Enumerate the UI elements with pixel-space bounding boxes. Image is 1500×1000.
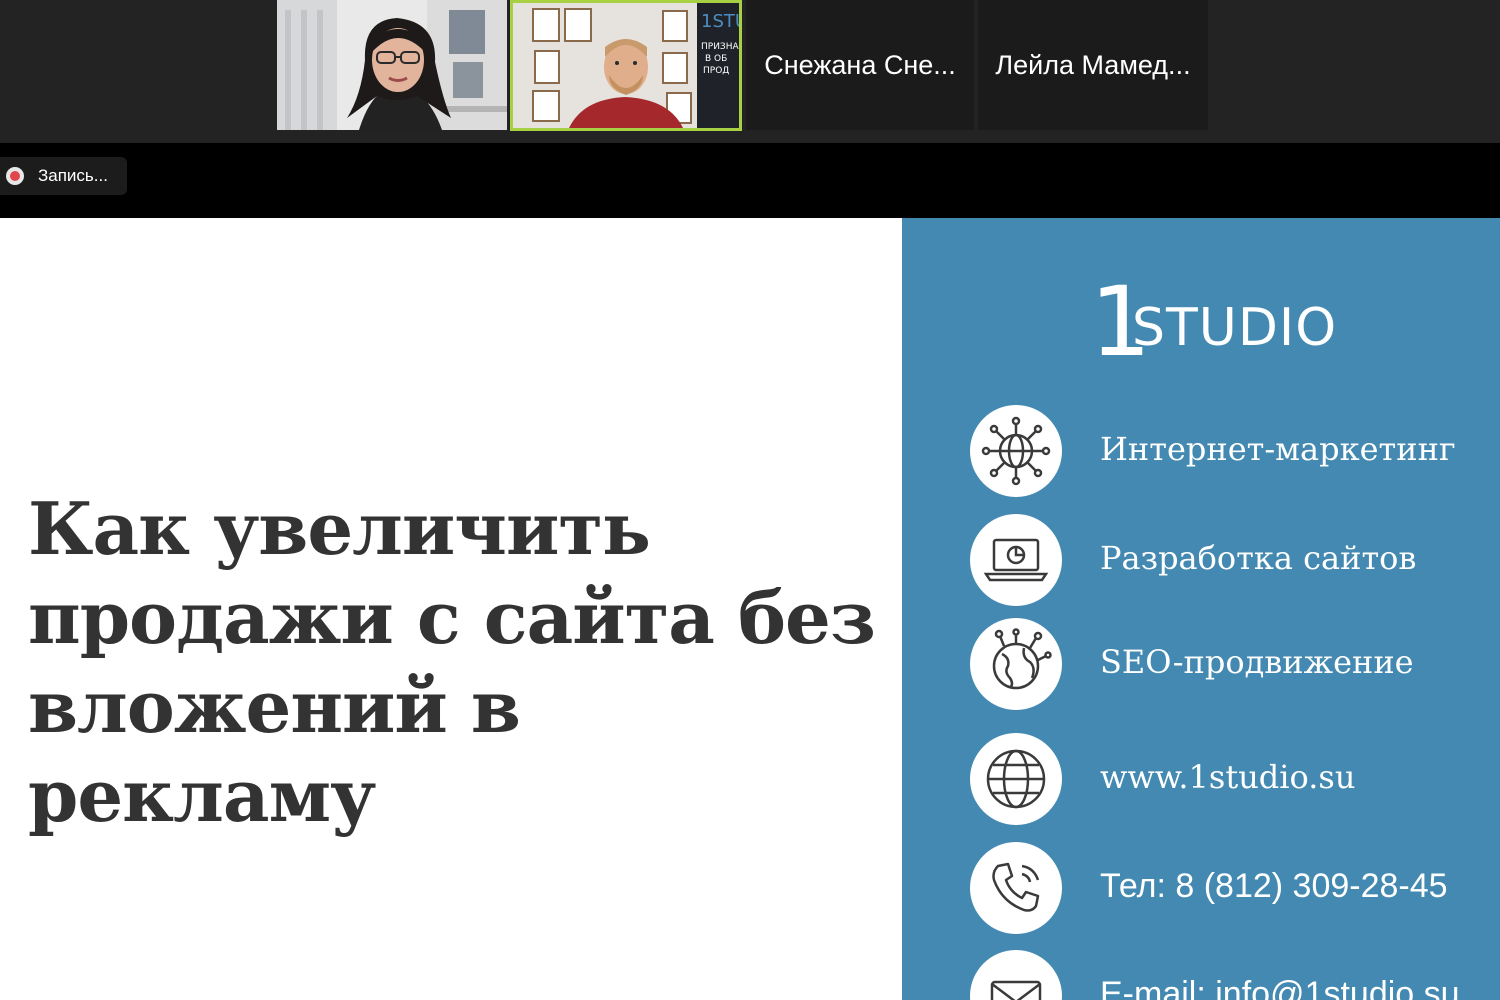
- participant-name: Снежана Сне...: [764, 49, 956, 80]
- service-label: SEO-продвижение: [1100, 643, 1414, 681]
- participant-name-tile[interactable]: Лейла Мамед...: [978, 0, 1208, 130]
- participant-video-tile[interactable]: [277, 0, 507, 130]
- service-label: Интернет-маркетинг: [1100, 430, 1456, 468]
- participant-video-feed: 1STU ПРИЗНАНН В ОБ ПРОД: [513, 3, 739, 128]
- website-link[interactable]: www.1studio.su: [1100, 755, 1355, 799]
- email-address[interactable]: E-mail: info@1studio.su: [1100, 972, 1460, 1000]
- recording-label: Запись...: [38, 166, 108, 185]
- slide-contact-panel: 1 STUDIO Интернет-маркетинг Разработка с…: [902, 218, 1500, 1000]
- participant-name: Лейла Мамед...: [995, 49, 1191, 80]
- phone-item: Тел: 8 (812) 309-28-45: [970, 842, 1490, 934]
- participant-name-tile[interactable]: Снежана Сне...: [746, 0, 974, 130]
- service-item: Интернет-маркетинг: [970, 405, 1490, 497]
- svg-text:1STU: 1STU: [701, 11, 739, 32]
- svg-text:В ОБ: В ОБ: [705, 54, 727, 64]
- studio-logo: 1 STUDIO: [1090, 274, 1336, 370]
- phone-number: Тел: 8 (812) 309-28-45: [1100, 867, 1448, 905]
- mail-icon: [970, 950, 1062, 1000]
- service-label: Разработка сайтов: [1100, 539, 1417, 577]
- participant-video-feed: [277, 0, 507, 130]
- active-speaker-video-tile[interactable]: 1STU ПРИЗНАНН В ОБ ПРОД: [510, 0, 742, 131]
- service-item: SEO-продвижение: [970, 618, 1490, 710]
- participant-strip: 1STU ПРИЗНАНН В ОБ ПРОД Снежана Сне... Л…: [0, 0, 1500, 143]
- earth-network-icon: [970, 618, 1062, 710]
- recording-dot-icon: [6, 167, 24, 185]
- laptop-chart-icon: [970, 514, 1062, 606]
- phone-icon: [970, 842, 1062, 934]
- shared-screen-slide: Как увеличить продажи с сайта без вложен…: [0, 218, 1500, 1000]
- recording-indicator[interactable]: Запись...: [0, 157, 127, 195]
- network-globe-icon: [970, 405, 1062, 497]
- slide-title: Как увеличить продажи с сайта без вложен…: [28, 486, 876, 838]
- svg-text:ПРИЗНАНН: ПРИЗНАНН: [701, 42, 739, 52]
- globe-icon: [970, 733, 1062, 825]
- website-item: www.1studio.su: [970, 733, 1490, 825]
- svg-text:ПРОД: ПРОД: [703, 66, 729, 76]
- email-item: E-mail: info@1studio.su: [970, 950, 1490, 1000]
- logo-word: STUDIO: [1132, 298, 1338, 358]
- service-item: Разработка сайтов: [970, 514, 1490, 606]
